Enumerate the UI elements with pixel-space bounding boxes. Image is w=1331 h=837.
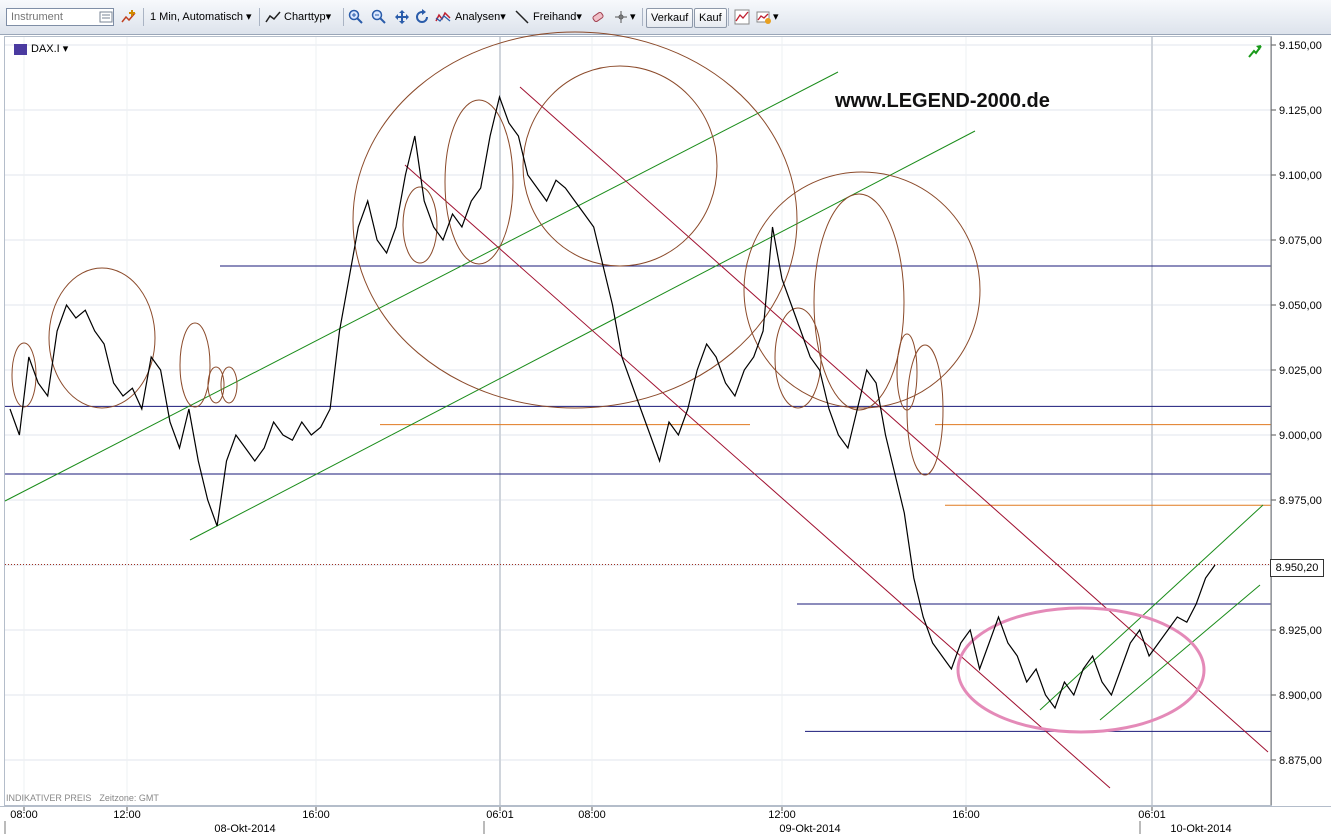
date-label: 09-Okt-2014 — [779, 823, 840, 834]
annotation-ellipse — [48, 267, 156, 409]
y-tick-label: 9.000,00 — [1279, 430, 1322, 442]
annotation-ellipse — [402, 186, 438, 264]
x-tick-label: 06:01 — [1138, 809, 1166, 821]
x-axis-svg: 08:00 12:00 16:00 06:01 08:00 12:00 16:00 06:01… — [4, 807, 1232, 835]
grid — [5, 37, 1271, 805]
last-price-badge: 8.950,20 — [1270, 559, 1324, 577]
annotation-ellipse — [179, 322, 211, 408]
chart-canvas[interactable]: 9.150,00 9.125,00 9.100,00 9.075,00 9.050,00… — [0, 0, 1331, 833]
y-tick-label: 8.925,00 — [1279, 625, 1322, 637]
x-axis: 08:00 12:00 16:00 06:01 08:00 12:00 16:00 06:01… — [0, 806, 1331, 835]
annotation-ellipse — [743, 171, 981, 409]
y-tick-label: 9.125,00 — [1279, 105, 1322, 117]
cfd-icon — [14, 43, 27, 55]
y-tick-label: 9.100,00 — [1279, 170, 1322, 182]
annotation-ellipse — [220, 366, 238, 404]
annotation-ellipse — [207, 366, 225, 404]
date-label: 10-Okt-2014 — [1170, 823, 1231, 834]
footnote: INDIKATIVER PREIS Zeitzone: GMT — [6, 793, 159, 803]
annotation-ellipse — [352, 31, 798, 409]
y-tick-label: 9.050,00 — [1279, 300, 1322, 312]
drawing-annotations — [4, 31, 1269, 789]
y-tick-label: 9.025,00 — [1279, 365, 1322, 377]
y-tick-label: 8.975,00 — [1279, 495, 1322, 507]
x-tick-label: 08:00 — [10, 809, 38, 821]
trend-line — [519, 86, 1269, 753]
x-tick-label: 16:00 — [952, 809, 980, 821]
x-tick-label: 12:00 — [113, 809, 141, 821]
annotation-ellipse — [813, 193, 905, 411]
y-tick-label: 8.875,00 — [1279, 755, 1322, 767]
symbol-label: DAX.I — [31, 43, 60, 55]
annotation-ellipse — [444, 99, 514, 265]
x-tick-label: 08:00 — [578, 809, 606, 821]
annotation-ellipse — [906, 344, 944, 476]
horizontal-levels — [5, 265, 1271, 732]
y-tick-label: 8.900,00 — [1279, 690, 1322, 702]
trend-up-icon — [1248, 45, 1262, 58]
trend-line — [1099, 584, 1261, 721]
watermark-text: www.LEGEND-2000.de — [835, 90, 1050, 112]
x-tick-label: 06:01 — [486, 809, 514, 821]
x-tick-label: 12:00 — [768, 809, 796, 821]
x-tick-label: 16:00 — [302, 809, 330, 821]
indicative-price-note: INDIKATIVER PREIS — [6, 793, 92, 803]
date-label: 08-Okt-2014 — [214, 823, 275, 834]
symbol-selector[interactable]: DAX.I ▾ — [14, 42, 68, 55]
timezone-note: Zeitzone: GMT — [99, 793, 159, 803]
y-axis-ticks: 9.150,00 9.125,00 9.100,00 9.075,00 9.050,00… — [1270, 37, 1322, 805]
trend-line — [189, 130, 976, 541]
y-tick-label: 9.150,00 — [1279, 40, 1322, 52]
y-tick-label: 9.075,00 — [1279, 235, 1322, 247]
